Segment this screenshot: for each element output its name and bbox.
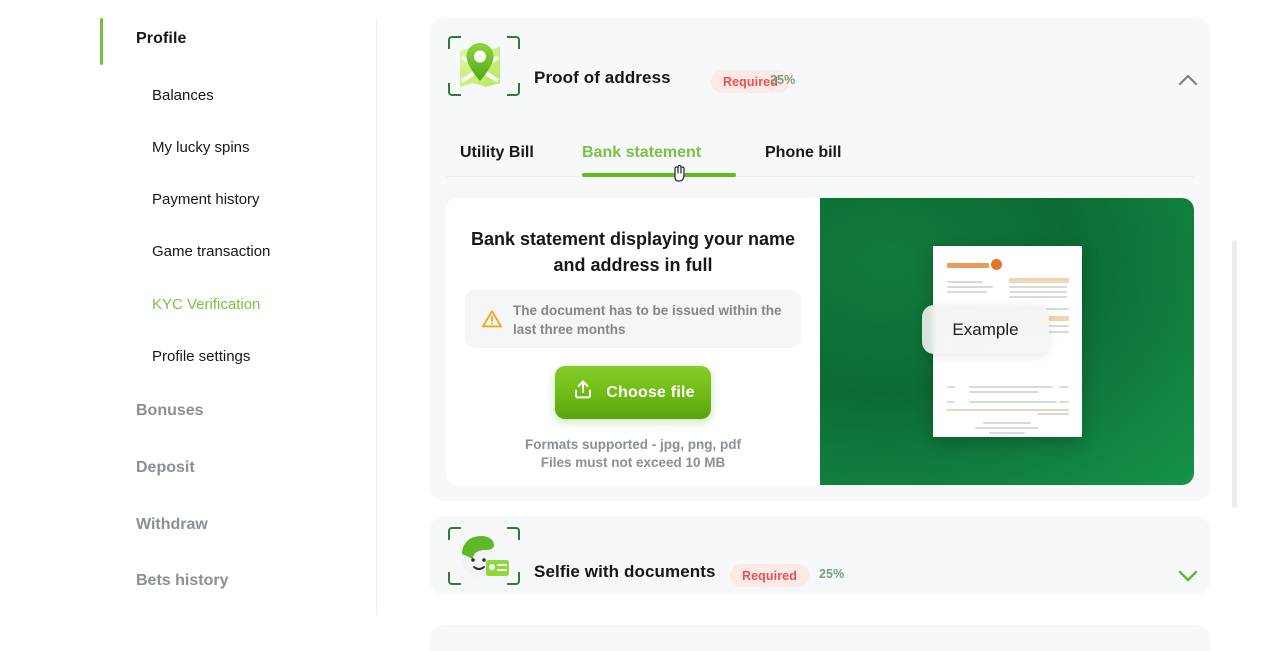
sidebar-item-kyc-verification[interactable]: KYC Verification <box>152 296 260 313</box>
issue-date-note: The document has to be issued within the… <box>465 290 801 348</box>
upload-icon <box>571 378 595 407</box>
proof-of-address-card-header[interactable]: Proof of address Required 25% <box>430 18 1210 106</box>
tab-bank-statement[interactable]: Bank statement <box>582 130 701 176</box>
page-scrollbar[interactable] <box>1232 240 1237 508</box>
sidebar-item-game-transaction[interactable]: Game transaction <box>152 243 270 260</box>
selfie-progress-percent: 25% <box>819 567 845 581</box>
main-content: Proof of address Required 25% Utility Bi… <box>430 0 1280 651</box>
document-brand-logo <box>947 263 989 268</box>
icon-corner-brackets <box>448 33 520 99</box>
upload-heading: Bank statement displaying your name and … <box>470 229 796 275</box>
sidebar-item-my-lucky-spins[interactable]: My lucky spins <box>152 139 250 156</box>
choose-file-label: Choose file <box>606 383 695 401</box>
formats-hint: Formats supported - jpg, png, pdf Files … <box>466 436 800 471</box>
document-type-tabs: Utility Bill Bank statement Phone bill <box>446 130 1194 192</box>
selfie-card-header[interactable]: Selfie with documents Required 25% <box>430 516 1210 595</box>
warning-triangle-icon <box>481 308 503 330</box>
tab-utility-bill[interactable]: Utility Bill <box>460 130 534 176</box>
sidebar-item-bonuses[interactable]: Bonuses <box>136 402 204 420</box>
upload-panel-left: Bank statement displaying your name and … <box>446 198 820 485</box>
sidebar-item-balances[interactable]: Balances <box>152 87 214 104</box>
sidebar-item-profile-settings[interactable]: Profile settings <box>152 348 250 365</box>
sidebar-divider <box>376 18 377 615</box>
tab-phone-bill[interactable]: Phone bill <box>765 130 841 176</box>
proof-of-address-card: Proof of address Required 25% Utility Bi… <box>430 18 1210 501</box>
icon-corner-brackets <box>448 524 520 588</box>
upload-panel: Bank statement displaying your name and … <box>446 198 1194 485</box>
sidebar-item-payment-history[interactable]: Payment history <box>152 191 260 208</box>
chevron-up-icon[interactable] <box>1166 68 1210 94</box>
sidebar-item-withdraw[interactable]: Withdraw <box>136 516 208 534</box>
document-brand-mark <box>991 259 1002 270</box>
sidebar-item-bets-history[interactable]: Bets history <box>136 572 228 590</box>
active-tab-indicator <box>582 173 736 177</box>
proof-of-address-progress-percent: 25% <box>770 73 796 87</box>
issue-date-note-text: The document has to be issued within the… <box>513 303 782 337</box>
tabs-divider <box>446 176 1194 177</box>
next-document-card[interactable] <box>430 625 1210 651</box>
proof-of-address-title: Proof of address <box>534 68 671 87</box>
sidebar-item-profile[interactable]: Profile <box>136 30 187 48</box>
selfie-id-card-icon <box>448 524 520 588</box>
sidebar-nav: Profile Balances My lucky spins Payment … <box>0 0 377 651</box>
sidebar-item-deposit[interactable]: Deposit <box>136 459 195 477</box>
selfie-card-title: Selfie with documents <box>534 562 716 581</box>
max-size-line: Files must not exceed 10 MB <box>540 454 726 470</box>
chevron-down-icon[interactable] <box>1166 562 1210 588</box>
example-preview: Example <box>820 198 1194 485</box>
kyc-verification-page: Profile Balances My lucky spins Payment … <box>0 0 1280 651</box>
selfie-required-badge: Required <box>730 564 809 587</box>
active-section-accent-bar <box>100 18 103 65</box>
map-pin-document-icon <box>448 33 520 99</box>
choose-file-button[interactable]: Choose file <box>555 366 711 419</box>
selfie-with-documents-card: Selfie with documents Required 25% <box>430 516 1210 595</box>
formats-supported-line: Formats supported - jpg, png, pdf <box>525 437 741 452</box>
example-label: Example <box>922 305 1049 354</box>
